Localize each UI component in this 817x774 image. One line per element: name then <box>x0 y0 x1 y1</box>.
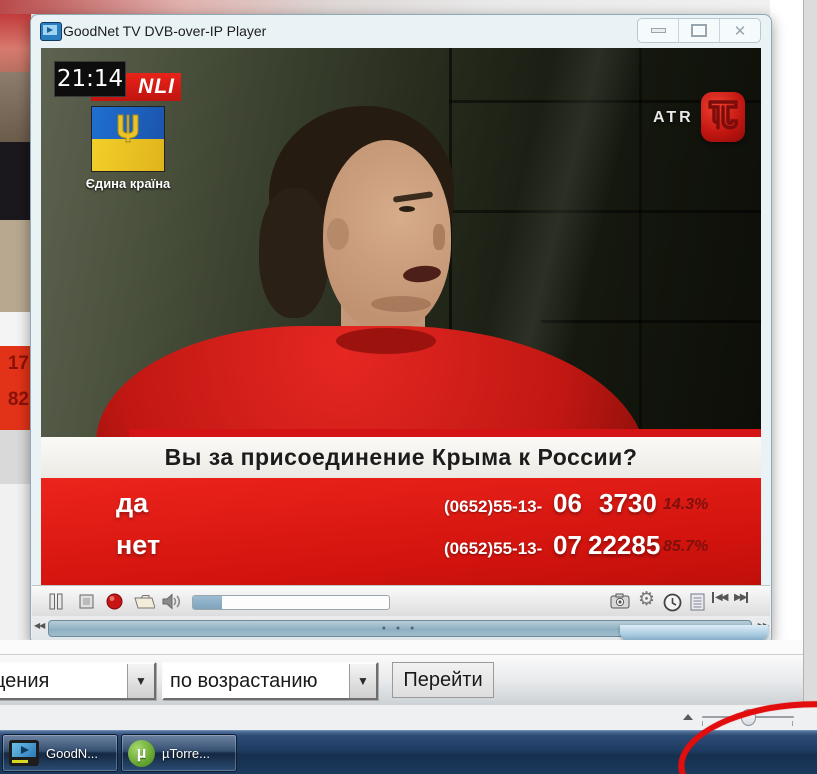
guest-eye <box>399 206 415 212</box>
page-lower-band <box>0 704 817 731</box>
close-button[interactable]: ✕ <box>720 19 760 42</box>
settings-gear-button[interactable]: ⚙ <box>638 588 655 610</box>
poll-results-band: да (0652)55-13- 06 3730 14.3% нет (0652)… <box>41 478 761 585</box>
pause-button[interactable] <box>48 593 65 610</box>
maximize-icon <box>691 24 707 37</box>
bg-light-band <box>0 484 31 654</box>
record-button[interactable] <box>106 593 123 610</box>
timeshift-button[interactable] <box>663 593 682 612</box>
poll-votes: 3730 <box>599 488 657 519</box>
channel-name: ATR <box>653 109 694 127</box>
seek-grip-dots: ● ● ● <box>382 625 419 632</box>
snapshot-button[interactable] <box>610 593 630 609</box>
taskbar-button-label: GoodN... <box>46 746 98 761</box>
broadcast-clock: 21:14 <box>54 61 126 97</box>
dropdown-arrow-icon[interactable]: ▼ <box>349 664 376 698</box>
sort-order-value: по возрастанию <box>164 670 324 693</box>
seek-back-icon[interactable]: ◀◀ <box>34 621 44 630</box>
desktop-background-left: 17 82 <box>0 14 31 654</box>
poll-question: Вы за присоединение Крыма к России? <box>165 444 638 471</box>
dropdown-arrow-icon[interactable]: ▼ <box>127 664 154 698</box>
guest-nose-shadow <box>433 224 445 250</box>
utorrent-icon: µ <box>128 740 155 767</box>
volume-slider[interactable] <box>192 595 390 610</box>
utorrent-glyph: µ <box>137 743 147 763</box>
slider-up-arrow[interactable] <box>683 714 693 720</box>
poll-votes: 22285 <box>588 530 660 561</box>
taskbar-button-utorrent[interactable]: µ µTorre... <box>121 734 237 772</box>
bg-white-band <box>0 312 31 346</box>
channel-logo: ATR <box>653 92 753 144</box>
guest-chin-shadow <box>371 296 431 312</box>
volume-slider-fill <box>193 596 222 609</box>
go-button-label: Перейти <box>403 669 482 692</box>
poll-question-band: Вы за присоединение Крыма к России? <box>41 437 761 478</box>
next-channel-button[interactable]: ▶▶ <box>734 592 748 603</box>
trident-emblem <box>114 113 142 147</box>
bg-person-fragment <box>0 72 31 142</box>
bg-number: 82 <box>0 382 29 418</box>
vertical-scrollbar[interactable] <box>803 0 817 704</box>
poll-row-yes: да (0652)55-13- 06 3730 14.3% <box>41 488 761 524</box>
flag-caption: Єдина країна <box>69 176 187 191</box>
page-form-band: азмещения ▼ по возрастанию ▼ Перейти <box>0 654 803 705</box>
poll-percent: 14.3% <box>663 496 708 514</box>
play-icon <box>47 27 53 33</box>
sort-field-select[interactable]: азмещения ▼ <box>0 662 156 700</box>
previous-channel-button[interactable]: ◀◀ <box>712 592 726 603</box>
poll-phone-code: 06 <box>553 488 582 519</box>
bg-red-fragment <box>0 14 31 72</box>
tv-bar <box>12 760 28 763</box>
window-title: GoodNet TV DVB-over-IP Player <box>63 23 266 39</box>
poll-option-label: нет <box>116 530 160 561</box>
playlist-button[interactable] <box>690 593 705 611</box>
poll-phone-code: 07 <box>553 530 582 561</box>
atr-tamga-badge <box>701 92 745 142</box>
go-button[interactable]: Перейти <box>392 662 494 698</box>
window-buttons: ✕ <box>637 18 761 43</box>
app-tv-icon <box>40 22 62 41</box>
guest-hair-side <box>259 188 329 318</box>
poll-phone: (0652)55-13- <box>444 539 542 559</box>
tamga-icon <box>708 100 738 134</box>
bg-suit-fragment <box>0 142 31 220</box>
screen: 17 82 GoodNet TV DVB-over-IP Player ✕ <box>0 0 817 774</box>
broadcast-clock-text: 21:14 <box>57 66 123 92</box>
taskbar-button-goodnet[interactable]: GoodN... <box>2 734 118 772</box>
window-resize-grip[interactable] <box>620 625 768 641</box>
studio-panel-seam <box>639 48 642 437</box>
guest-ear <box>327 218 349 250</box>
poll-phone: (0652)55-13- <box>444 497 542 517</box>
poll-option-label: да <box>116 488 148 519</box>
bg-beige-fragment <box>0 220 31 312</box>
mute-button[interactable] <box>162 593 183 610</box>
desktop-background-top <box>0 0 817 14</box>
player-controls: ⚙ ◀◀ ▶▶ <box>32 585 770 617</box>
close-icon: ✕ <box>734 22 747 40</box>
poll-top-stripe <box>129 429 761 437</box>
ukraine-flag <box>91 106 165 172</box>
player-window: GoodNet TV DVB-over-IP Player ✕ <box>30 14 772 642</box>
minimize-icon <box>651 28 666 33</box>
sort-field-value: азмещения <box>0 670 55 693</box>
poll-percent: 85.7% <box>663 538 708 556</box>
bg-red-band-numbers: 17 82 <box>0 346 31 430</box>
bg-gray-band <box>0 430 31 484</box>
open-folder-button[interactable] <box>134 593 155 610</box>
page-background <box>0 640 803 654</box>
sort-order-select[interactable]: по возрастанию ▼ <box>162 662 378 700</box>
nli-banner-text: NLI <box>138 75 175 99</box>
play-icon <box>21 746 29 754</box>
goodnet-tv-icon <box>9 740 39 766</box>
stop-button[interactable] <box>78 593 95 610</box>
poll-row-no: нет (0652)55-13- 07 22285 85.7% <box>41 530 761 566</box>
taskbar-button-label: µTorre... <box>162 746 210 761</box>
sweater-collar <box>336 328 436 354</box>
minimize-button[interactable] <box>638 19 679 42</box>
video-area[interactable]: NLI 21:14 Єдина країна ATR <box>41 48 761 585</box>
window-titlebar[interactable]: GoodNet TV DVB-over-IP Player ✕ <box>31 15 771 48</box>
bg-number: 17 <box>0 346 29 382</box>
maximize-button[interactable] <box>679 19 720 42</box>
slider-tick <box>702 721 703 726</box>
